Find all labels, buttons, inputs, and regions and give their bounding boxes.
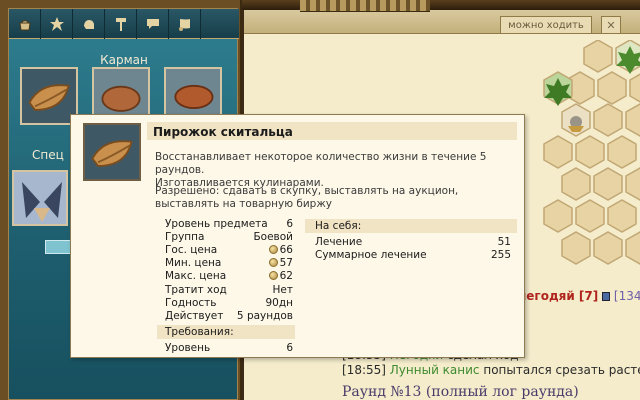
- hex-cell[interactable]: [583, 40, 613, 73]
- property-label: Действует: [165, 309, 224, 322]
- star-icon[interactable]: [41, 9, 73, 39]
- log-line: негодяй [7] [1340/: [518, 289, 640, 303]
- hex-map[interactable]: [540, 40, 640, 300]
- item-name: Пирожок скитальца: [153, 125, 293, 139]
- property-row: Тратит ход Нет: [165, 283, 293, 296]
- top-ornament: [300, 0, 430, 12]
- hex-cell[interactable]: [625, 167, 640, 201]
- chat-icon[interactable]: [137, 9, 169, 39]
- hammer-icon[interactable]: [105, 9, 137, 39]
- property-label: Гос. цена: [165, 243, 218, 256]
- effect-row: Лечение 51: [315, 236, 511, 249]
- property-value: 5 раундов: [236, 309, 293, 322]
- hex-cell[interactable]: [593, 231, 623, 265]
- pie-icon: [22, 69, 76, 123]
- property-value-wrap: 57: [268, 257, 293, 270]
- log-time: [18:55]: [342, 363, 386, 377]
- close-button[interactable]: ✕: [601, 16, 621, 34]
- log-player-name[interactable]: негодяй [7]: [518, 289, 598, 303]
- pocket-title: Карман: [100, 53, 148, 67]
- spec-label: Спец: [32, 148, 64, 162]
- coin-icon: [268, 271, 278, 281]
- hex-cell[interactable]: [561, 167, 591, 201]
- requirement-row: Уровень 6: [165, 342, 293, 354]
- property-row: Уровень предмета 6: [165, 217, 293, 230]
- hex-cell[interactable]: [543, 135, 573, 169]
- hex-cell[interactable]: [593, 103, 623, 137]
- hex-cell[interactable]: [593, 167, 623, 201]
- hex-cell[interactable]: [607, 199, 637, 233]
- property-value: 66: [279, 243, 293, 256]
- property-row: Действует 5 раундов: [165, 309, 293, 322]
- property-value-wrap: 62: [268, 270, 293, 283]
- round-header[interactable]: Раунд №13 (полный лог раунда): [342, 384, 579, 400]
- log-line: [18:55] Лунный канис попытался срезать р…: [342, 363, 640, 377]
- property-value: Боевой: [253, 230, 293, 243]
- bag-icon[interactable]: [9, 9, 41, 39]
- item-tooltip: Пирожок скитальца Восстанавливает некото…: [70, 114, 525, 358]
- property-row: Годность 90дн: [165, 296, 293, 309]
- property-label: Мин. цена: [165, 257, 222, 270]
- property-label: Уровень предмета: [165, 217, 268, 230]
- property-label: Группа: [165, 230, 205, 243]
- description-line: Восстанавливает некоторое количество жиз…: [155, 151, 487, 176]
- info-icon[interactable]: [602, 292, 611, 301]
- property-value: 90дн: [265, 296, 294, 309]
- property-value-wrap: 6: [286, 218, 293, 230]
- item-icon: [83, 123, 141, 181]
- property-value: 57: [279, 257, 293, 270]
- property-row: Группа Боевой: [165, 230, 293, 243]
- item-properties: Уровень предмета 6 Группа Боевой Гос. цена 66…: [165, 217, 293, 323]
- property-row: Мин. цена 57: [165, 257, 293, 270]
- item-permissions: Разрешено: сдавать в скупку, выставлять …: [155, 185, 459, 210]
- property-value: 62: [279, 270, 293, 283]
- effect-label: Лечение: [315, 236, 363, 248]
- pie-icon: [85, 125, 139, 179]
- property-value-wrap: 90дн: [266, 297, 294, 309]
- log-coords: [1340/: [613, 289, 640, 303]
- requirement-value: 6: [286, 342, 293, 354]
- hex-cell[interactable]: [575, 135, 605, 169]
- wings-icon: [14, 172, 66, 224]
- property-value-wrap: Нет: [273, 284, 293, 296]
- property-value-wrap: Боевой: [253, 231, 293, 243]
- hex-cell[interactable]: [561, 231, 591, 265]
- hand-icon[interactable]: [73, 9, 105, 39]
- log-player-name[interactable]: Лунный канис: [390, 363, 480, 377]
- hex-cell[interactable]: [625, 231, 640, 265]
- hex-cell[interactable]: [575, 199, 605, 233]
- self-effects: Лечение 51 Суммарное лечение 255: [315, 236, 511, 262]
- toolbar: [9, 9, 239, 39]
- property-row: Макс. цена 62: [165, 270, 293, 283]
- hex-cell[interactable]: [597, 71, 627, 105]
- property-row: Гос. цена 66: [165, 243, 293, 256]
- hex-cell[interactable]: [543, 199, 573, 233]
- spec-slot[interactable]: [12, 170, 68, 226]
- property-label: Макс. цена: [165, 270, 227, 283]
- coin-icon: [268, 244, 278, 254]
- property-label: Тратит ход: [165, 283, 227, 296]
- property-value: 6: [286, 217, 293, 230]
- property-value: Нет: [272, 283, 293, 296]
- effect-value: 255: [490, 249, 511, 261]
- hex-cell[interactable]: [629, 72, 640, 104]
- scroll-icon[interactable]: [169, 9, 201, 39]
- property-value-wrap: 5 раундов: [237, 310, 293, 322]
- requirement-label: Уровень: [165, 342, 211, 354]
- property-label: Годность: [165, 296, 217, 309]
- log-text: попытался срезать растение: [483, 363, 640, 377]
- effect-row: Суммарное лечение 255: [315, 249, 511, 262]
- hex-cell[interactable]: [625, 103, 640, 137]
- requirements-title: Требования:: [165, 326, 234, 338]
- effect-label: Суммарное лечение: [315, 249, 427, 261]
- hex-cell[interactable]: [607, 135, 637, 169]
- property-value-wrap: 66: [268, 243, 293, 256]
- coin-icon: [268, 258, 278, 268]
- effect-value: 51: [497, 236, 511, 248]
- can-move-indicator: можно ходить: [500, 16, 592, 34]
- self-effects-title: На себя:: [315, 220, 362, 232]
